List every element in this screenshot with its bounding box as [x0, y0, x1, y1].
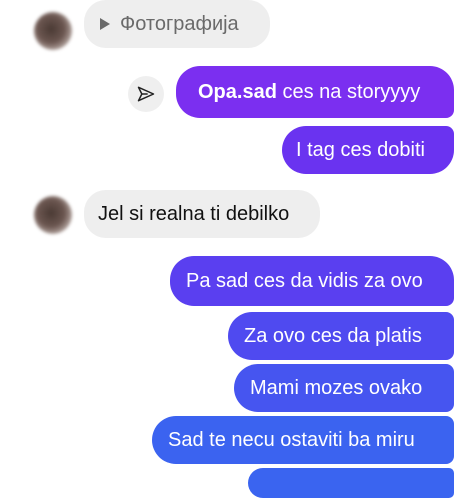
message-text: Sad te necu ostaviti ba miru [168, 429, 415, 451]
avatar[interactable] [34, 12, 72, 50]
message-bubble-partial[interactable] [248, 468, 454, 498]
message-bubble[interactable]: I tag ces dobiti [282, 126, 454, 174]
story-reply-username: Opa.sad [198, 81, 277, 103]
story-reply-text: ces na storyyyy [276, 81, 421, 103]
message-bubble[interactable]: Jel si realna ti debilko [84, 190, 320, 238]
message-bubble[interactable]: Za ovo ces da platis [228, 312, 454, 360]
play-icon [100, 18, 110, 30]
share-button[interactable] [128, 76, 164, 112]
avatar[interactable] [34, 196, 72, 234]
message-text: Za ovo ces da platis [244, 325, 422, 347]
message-text: Mami mozes ovako [250, 377, 423, 399]
message-text: I tag ces dobiti [296, 139, 425, 161]
message-text: Pa sad ces da vidis za ovo [186, 270, 423, 292]
message-bubble-story-reply[interactable]: Opa.sad ces na storyyyy [176, 66, 454, 118]
message-bubble[interactable]: Mami mozes ovako [234, 364, 454, 412]
send-icon [137, 86, 155, 102]
message-text: Jel si realna ti debilko [98, 203, 290, 225]
photo-attachment-label: Фотографија [120, 13, 239, 35]
photo-attachment-bubble[interactable]: Фотографија [84, 0, 270, 48]
message-bubble[interactable]: Sad te necu ostaviti ba miru [152, 416, 454, 464]
message-bubble[interactable]: Pa sad ces da vidis za ovo [170, 256, 454, 306]
